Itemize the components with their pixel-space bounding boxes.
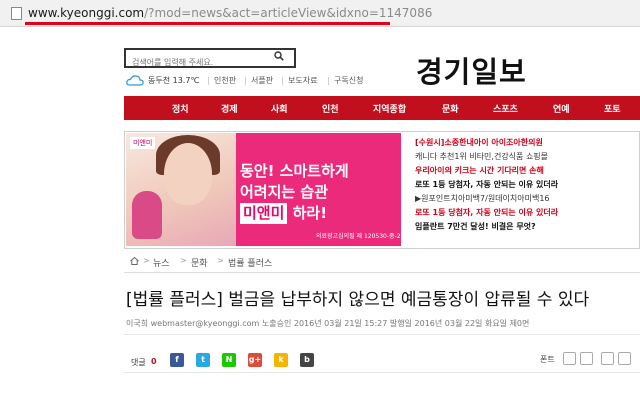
divider <box>124 334 640 335</box>
ad-device <box>132 191 162 239</box>
ad-fine-print: 의료광고심의필 제 120530-중-28011호 <box>316 233 401 240</box>
nav-item-economy[interactable]: 경제 <box>221 102 238 115</box>
ad-line-1: 동안! 스마트하게 <box>240 162 349 180</box>
divider <box>124 272 640 273</box>
divider <box>124 372 640 373</box>
nav-item-sports[interactable]: 스포츠 <box>493 102 518 115</box>
ad-brand-logo: 미앤미 <box>130 137 156 149</box>
nav-item-culture[interactable]: 문화 <box>442 102 459 115</box>
search-input[interactable] <box>126 55 272 70</box>
link-separator: | <box>327 76 330 85</box>
ad-link[interactable]: ▶원포인트치아미백7/원데이치아미백16 <box>415 192 637 206</box>
twitter-share-icon[interactable]: t <box>196 353 210 367</box>
facebook-share-icon[interactable]: f <box>170 353 184 367</box>
weather-text: 동두천 13.7℃ <box>148 76 200 85</box>
link-subscribe[interactable]: 구독신청 <box>334 75 363 86</box>
article-byline: 이국희 webmaster@kyeonggi.com 노출승인 2016년 03… <box>126 319 530 328</box>
link-separator: | <box>207 76 210 85</box>
breadcrumb-culture[interactable]: 문화 <box>191 256 208 269</box>
band-share-icon[interactable]: b <box>300 353 314 367</box>
ad-link[interactable]: 로또 1등 당첨자, 자동 안되는 이유 있더라 <box>415 206 637 220</box>
ad-line-2: 어려지는 습관 <box>240 183 329 201</box>
nav-item-photo[interactable]: 포토 <box>604 102 621 115</box>
nav-item-incheon[interactable]: 인천 <box>322 102 339 115</box>
page-icon <box>11 7 22 20</box>
nav-item-politics[interactable]: 정치 <box>172 102 189 115</box>
weather-icon <box>126 75 144 86</box>
nav-item-society[interactable]: 사회 <box>271 102 288 115</box>
font-increase-icon[interactable] <box>580 352 593 365</box>
breadcrumb-news[interactable]: 뉴스 <box>153 256 170 269</box>
ad-link[interactable]: [수원시]소중한내아이 아이조아한의원 <box>415 136 637 150</box>
ad-text: 동안! 스마트하게 어려지는 습관 미앤미 하라! <box>240 161 398 224</box>
link-press-release[interactable]: 보도자료 <box>288 75 317 86</box>
ad-link[interactable]: 임플란트 7만건 달성! 비결은 무엇? <box>415 220 637 234</box>
url-path: /?mod=news&act=articleView&idxno=1147086 <box>144 6 433 20</box>
article-headline: [법률 플러스] 벌금을 납부하지 않으면 예금통장이 압류될 수 있다 <box>126 290 590 310</box>
breadcrumb-section[interactable]: 법률 플러스 <box>228 256 272 269</box>
ad-line-3: 미앤미 하라! <box>240 203 398 224</box>
nav-item-entertainment[interactable]: 연예 <box>553 102 570 115</box>
url-host: www.kyeonggi.com <box>28 6 145 20</box>
link-separator: | <box>244 76 247 85</box>
kakaostory-share-icon[interactable]: k <box>274 353 288 367</box>
ad-photo: 미앤미 <box>126 133 236 246</box>
search-icon[interactable] <box>274 51 284 61</box>
link-incheon-edition[interactable]: 인천판 <box>214 75 236 86</box>
breadcrumb-arrow: > <box>143 256 150 265</box>
nav-item-regional[interactable]: 지역종합 <box>373 102 406 115</box>
font-decrease-icon[interactable] <box>563 352 576 365</box>
search-box[interactable] <box>124 48 296 70</box>
home-icon[interactable] <box>130 257 139 265</box>
url-field[interactable]: www.kyeonggi.com/?mod=news&act=articleVi… <box>28 6 432 20</box>
ad-brand-word: 미앤미 <box>243 204 285 222</box>
comment-label[interactable]: 댓글 <box>131 357 146 368</box>
ad-line-3-highlight: 미앤미 <box>240 203 288 224</box>
ad-model-face <box>164 143 212 205</box>
ad-link[interactable]: 캐니다 추천1위 비타민,건강식품 쇼핑몰 <box>415 150 637 164</box>
print-icon[interactable] <box>601 352 614 365</box>
link-separator: | <box>281 76 284 85</box>
ad-link[interactable]: 우리아이의 키크는 시간 기다리면 손해 <box>415 164 637 178</box>
naver-share-icon[interactable]: N <box>222 353 236 367</box>
ad-link-list: [수원시]소중한내아이 아이조아한의원 캐니다 추천1위 비타민,건강식품 쇼핑… <box>415 136 637 234</box>
url-highlight-underline <box>25 22 390 25</box>
email-icon[interactable] <box>618 352 631 365</box>
ad-line-3-end: 하라! <box>287 204 328 222</box>
site-logo[interactable]: 경기일보 <box>416 49 527 91</box>
comment-count[interactable]: 0 <box>151 357 157 366</box>
ad-banner[interactable]: 미앤미 동안! 스마트하게 어려지는 습관 미앤미 하라! 의료광고심의필 제 … <box>126 133 401 246</box>
google-plus-share-icon[interactable]: g+ <box>248 353 262 367</box>
ad-link[interactable]: 로또 1등 당첨자, 자동 안되는 이유 있더라 <box>415 178 637 192</box>
font-size-label: 폰트 <box>540 355 555 364</box>
breadcrumb-arrow: > <box>217 256 224 265</box>
link-supplement[interactable]: 서플판 <box>251 75 273 86</box>
breadcrumb-arrow: > <box>180 256 187 265</box>
